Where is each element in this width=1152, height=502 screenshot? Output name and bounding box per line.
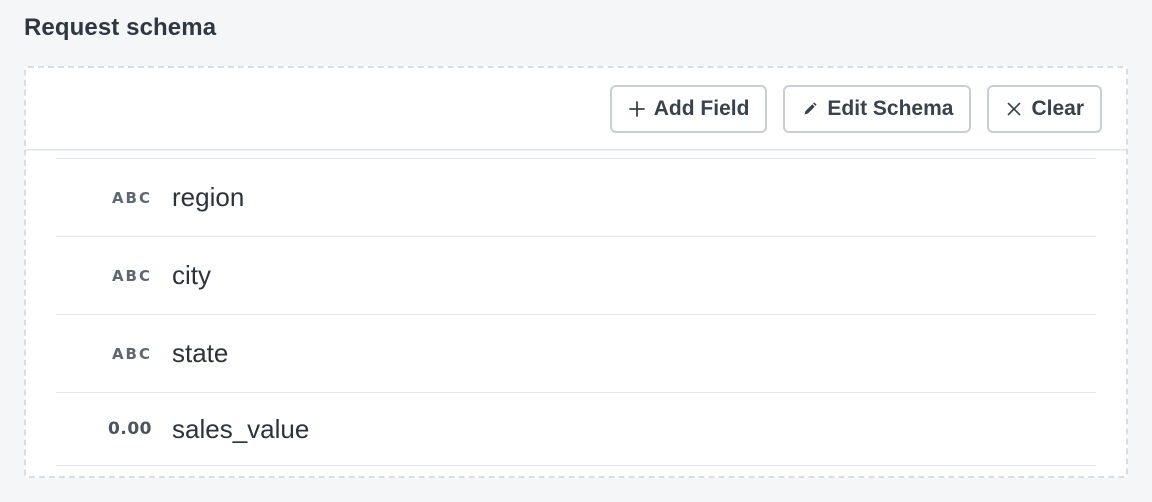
clear-label: Clear [1031, 96, 1084, 120]
request-schema-page: Request schema Add Field Edit Schema Cle… [0, 0, 1152, 502]
type-badge-text: ABC [111, 188, 152, 207]
section-title: Request schema [24, 14, 217, 41]
field-name: state [172, 338, 229, 368]
close-icon [1005, 100, 1023, 118]
field-list: ABC region ABC city ABC state 0.00 sales… [56, 158, 1096, 466]
plus-icon [628, 100, 646, 118]
edit-schema-button[interactable]: Edit Schema [783, 84, 972, 133]
field-name: sales_value [172, 413, 310, 444]
add-field-button[interactable]: Add Field [609, 84, 768, 133]
field-row-sales-value[interactable]: 0.00 sales_value [56, 392, 1096, 466]
type-badge-text: ABC [111, 344, 152, 363]
type-badge-text: ABC [111, 266, 152, 285]
clear-button[interactable]: Clear [987, 84, 1102, 133]
field-row-region[interactable]: ABC region [56, 158, 1096, 236]
field-name: city [172, 260, 211, 290]
edit-schema-label: Edit Schema [827, 96, 954, 120]
type-badge-numeric: 0.00 [108, 419, 152, 439]
pencil-icon [801, 100, 819, 118]
field-row-state[interactable]: ABC state [56, 314, 1096, 392]
schema-panel: Add Field Edit Schema Clear ABC region A… [24, 66, 1128, 478]
schema-toolbar: Add Field Edit Schema Clear [26, 68, 1126, 150]
field-row-city[interactable]: ABC city [56, 236, 1096, 314]
field-name: region [172, 182, 245, 212]
add-field-label: Add Field [653, 96, 750, 120]
